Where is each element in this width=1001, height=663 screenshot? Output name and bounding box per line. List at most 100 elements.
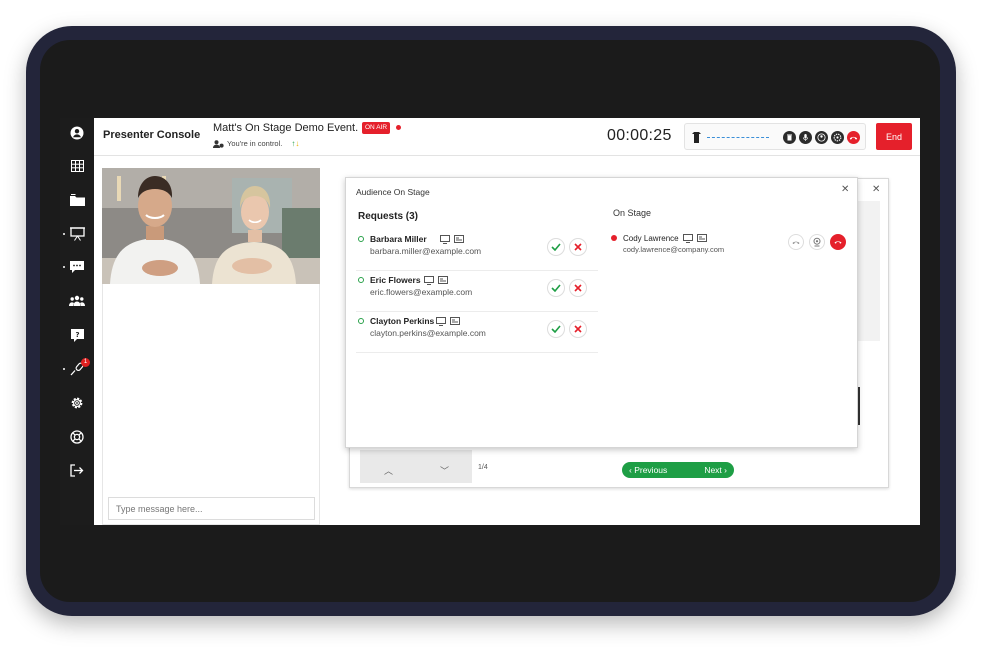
- event-title: Matt's On Stage Demo Event.: [213, 122, 359, 134]
- accept-request-button[interactable]: [547, 279, 565, 297]
- mute-call-button[interactable]: [788, 234, 804, 250]
- on-stage-heading: On Stage: [613, 208, 652, 218]
- request-email: clayton.perkins@example.com: [370, 328, 486, 338]
- reject-request-button[interactable]: [569, 279, 587, 297]
- sidebar-item-chat[interactable]: [60, 255, 94, 279]
- id-card-icon: [450, 317, 460, 325]
- presenter-video-feed: [102, 168, 320, 284]
- grid-icon: [70, 160, 84, 172]
- settings-button[interactable]: [831, 131, 844, 144]
- accept-request-button[interactable]: [547, 320, 565, 338]
- microphone-toggle-button[interactable]: [799, 131, 812, 144]
- chevron-down-icon[interactable]: ﹀: [440, 464, 449, 477]
- chat-bubble-icon: [70, 260, 84, 273]
- end-event-button[interactable]: End: [876, 123, 912, 150]
- audio-level-meter: [707, 137, 769, 138]
- reject-request-button[interactable]: [569, 320, 587, 338]
- media-controls: [684, 123, 866, 150]
- top-bar: Presenter Console Matt's On Stage Demo E…: [94, 118, 920, 156]
- microphone-icon: [802, 134, 809, 141]
- id-card-icon: [697, 234, 707, 242]
- previous-slide-button[interactable]: ‹ Previous: [629, 465, 667, 475]
- monitor-icon: [440, 235, 450, 244]
- previous-label: Previous: [634, 465, 668, 475]
- monitor-icon: [424, 276, 434, 285]
- slide-page-indicator: 1/4: [478, 464, 488, 471]
- event-timer: 00:00:25: [607, 127, 672, 144]
- hang-up-button[interactable]: [847, 131, 860, 144]
- sidebar-item-files[interactable]: [60, 188, 94, 212]
- console-title: Presenter Console: [103, 129, 201, 141]
- live-status-icon: [611, 235, 617, 241]
- transfer-arrows-icon[interactable]: ↑↓: [291, 139, 299, 148]
- users-group-icon: [69, 295, 85, 306]
- audience-on-stage-modal: Audience On Stage ✕ Requests (3) On Stag…: [345, 177, 858, 448]
- accept-request-button[interactable]: [547, 238, 565, 256]
- monitor-icon: [683, 234, 693, 243]
- question-icon: ?: [70, 328, 84, 342]
- reject-request-button[interactable]: [569, 238, 587, 256]
- remove-from-stage-button[interactable]: [830, 234, 846, 250]
- folder-icon: [69, 194, 85, 206]
- broadcast-tower-icon[interactable]: [692, 131, 701, 143]
- user-circle-icon: [70, 126, 84, 140]
- hang-up-icon: [849, 136, 858, 140]
- sidebar-item-help[interactable]: [60, 425, 94, 449]
- settings-icon: [71, 397, 83, 409]
- sidebar-item-audience-on-stage[interactable]: 1: [60, 357, 94, 381]
- user-control-icon: [213, 139, 224, 148]
- hang-up-icon: [834, 241, 842, 244]
- slides-close-icon[interactable]: ✕: [872, 184, 880, 195]
- id-card-icon: [454, 235, 464, 243]
- sidebar-item-presentation[interactable]: [60, 222, 94, 246]
- logout-icon: [70, 463, 84, 477]
- online-status-icon: [358, 318, 364, 324]
- control-status: You're in control. ↑↓: [213, 139, 299, 148]
- control-text: You're in control.: [227, 139, 283, 148]
- chevron-up-icon[interactable]: ︿: [384, 464, 393, 477]
- request-email: eric.flowers@example.com: [370, 287, 473, 297]
- sidebar-item-dashboard[interactable]: [60, 154, 94, 178]
- modal-title: Audience On Stage: [356, 187, 430, 197]
- request-name: Barbara Miller: [370, 234, 427, 244]
- slides-side-area: [856, 201, 880, 341]
- id-card-icon: [438, 276, 448, 284]
- sidebar: ? 1: [60, 118, 94, 525]
- presentation-icon: [69, 227, 85, 241]
- sidebar-item-qa[interactable]: ?: [60, 323, 94, 347]
- checkmark-icon: [551, 325, 561, 333]
- trash-icon: [787, 134, 792, 141]
- on-stage-name: Cody Lawrence: [623, 234, 679, 243]
- trash-button[interactable]: [783, 131, 796, 144]
- phone-muted-icon: [792, 241, 800, 244]
- x-icon: [574, 284, 582, 292]
- app-screen: ? 1 Presenter Console Matt's On Stage De…: [60, 118, 920, 525]
- online-status-icon: [358, 277, 364, 283]
- x-icon: [574, 243, 582, 251]
- sidebar-item-attendees[interactable]: [60, 289, 94, 313]
- modal-close-icon[interactable]: ✕: [841, 184, 849, 195]
- sidebar-item-settings[interactable]: [60, 391, 94, 415]
- chat-message-input[interactable]: [108, 497, 315, 520]
- monitor-icon: [436, 317, 446, 326]
- online-status-icon: [358, 236, 364, 242]
- spotlight-button[interactable]: [809, 234, 825, 250]
- svg-text:?: ?: [75, 331, 79, 339]
- next-slide-button[interactable]: Next ›: [704, 465, 727, 475]
- request-email: barbara.miller@example.com: [370, 246, 482, 256]
- help-lifebuoy-icon: [70, 430, 84, 444]
- active-indicator: [63, 368, 65, 370]
- on-stage-email: cody.lawrence@company.com: [623, 245, 725, 254]
- sidebar-item-profile[interactable]: [60, 121, 94, 145]
- participants-button[interactable]: [815, 131, 828, 144]
- sidebar-item-logout[interactable]: [60, 458, 94, 482]
- chevron-right-icon: ›: [721, 465, 727, 475]
- slide-navigation: ‹ Previous Next ›: [622, 462, 734, 478]
- presenter-video-image: [102, 168, 320, 284]
- next-label: Next: [704, 465, 722, 475]
- live-indicator-dot: [396, 125, 401, 130]
- request-name: Eric Flowers: [370, 275, 421, 285]
- request-row: Barbara Miller barbara.miller@example.co…: [356, 230, 598, 271]
- on-stage-row: Cody Lawrence cody.lawrence@company.com: [611, 231, 851, 261]
- checkmark-icon: [551, 284, 561, 292]
